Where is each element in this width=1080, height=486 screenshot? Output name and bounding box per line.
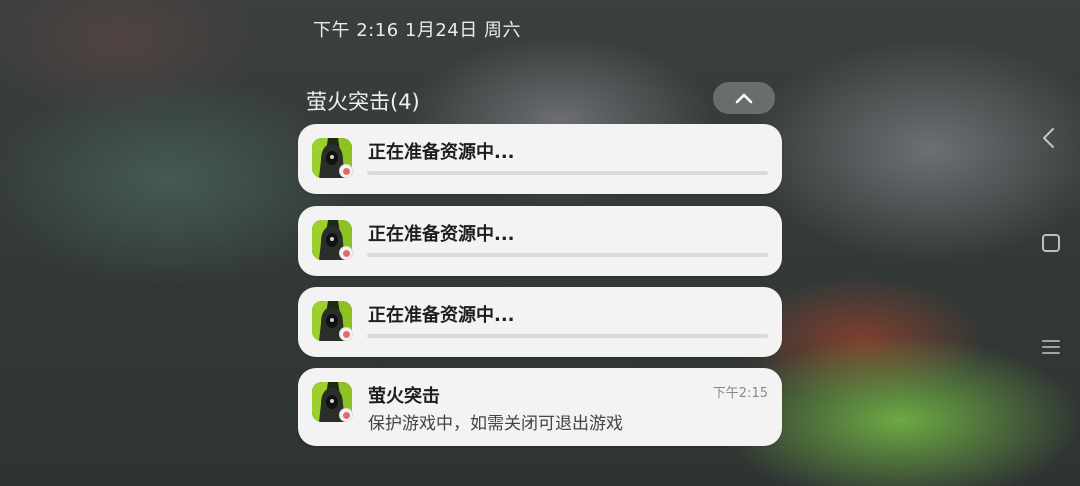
app-badge-icon bbox=[339, 408, 353, 422]
notification-title: 正在准备资源中... bbox=[368, 224, 515, 245]
message-time: 下午2:15 bbox=[712, 386, 768, 401]
app-badge-icon bbox=[339, 164, 353, 178]
app-badge-icon bbox=[339, 327, 353, 341]
nav-recent-button[interactable] bbox=[1041, 338, 1061, 360]
collapse-group-button[interactable] bbox=[713, 82, 775, 114]
notification-card-2[interactable]: 正在准备资源中... bbox=[298, 206, 782, 276]
message-body: 保护游戏中，如需关闭可退出游戏 bbox=[368, 414, 623, 434]
progress-bar bbox=[367, 253, 768, 257]
notification-card-1[interactable]: 正在准备资源中... bbox=[298, 124, 782, 194]
notification-card-message[interactable]: 萤火突击 下午2:15 保护游戏中，如需关闭可退出游戏 bbox=[298, 368, 782, 446]
notification-title: 正在准备资源中... bbox=[368, 142, 515, 163]
nav-recent-icon bbox=[1042, 340, 1060, 354]
notification-title: 正在准备资源中... bbox=[368, 305, 515, 326]
chevron-up-icon bbox=[735, 93, 753, 104]
nav-back-button[interactable] bbox=[1040, 126, 1056, 154]
nav-home-icon bbox=[1042, 234, 1060, 252]
app-badge-icon bbox=[339, 246, 353, 260]
progress-bar bbox=[367, 334, 768, 338]
nav-home-button[interactable] bbox=[1041, 233, 1061, 257]
status-time-date: 下午 2:16 1月24日 周六 bbox=[313, 20, 521, 41]
progress-bar bbox=[367, 171, 768, 175]
message-app-name: 萤火突击 bbox=[368, 386, 440, 407]
notification-group-title: 萤火突击(4) bbox=[306, 90, 420, 114]
notification-card-3[interactable]: 正在准备资源中... bbox=[298, 287, 782, 357]
nav-back-icon bbox=[1043, 128, 1054, 148]
